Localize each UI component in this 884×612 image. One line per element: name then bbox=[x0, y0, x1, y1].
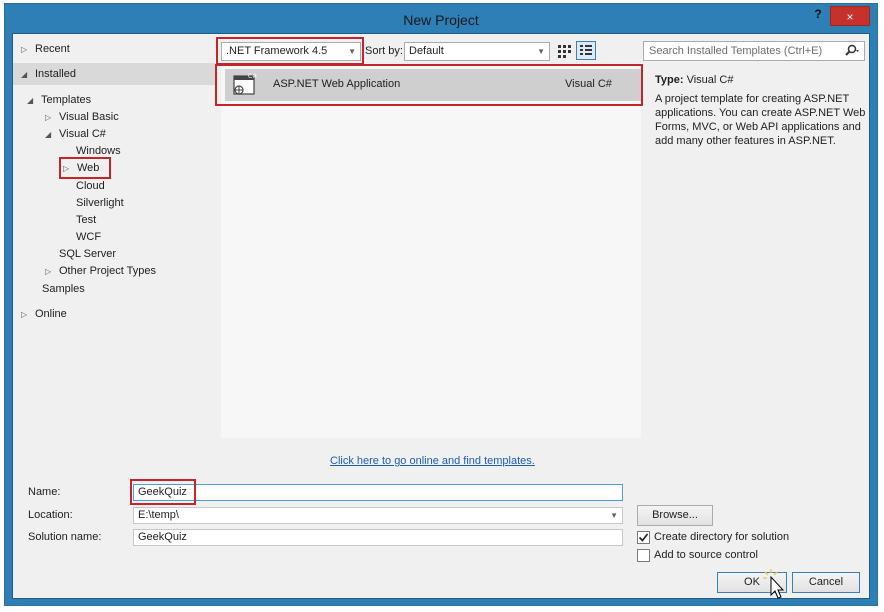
templates-list: C# ASP.NET Web Application Visual C# bbox=[221, 65, 641, 438]
tree-item-test[interactable]: Test bbox=[76, 212, 96, 229]
name-label: Name: bbox=[28, 486, 61, 498]
collapse-arrow-icon[interactable]: ◢ bbox=[21, 65, 31, 85]
mouse-cursor-icon bbox=[763, 569, 787, 601]
solution-name-label: Solution name: bbox=[28, 531, 102, 543]
tree-item-templates[interactable]: ◢ Templates bbox=[27, 92, 91, 109]
framework-highlight-box bbox=[216, 37, 364, 65]
search-input[interactable]: Search Installed Templates (Ctrl+E) bbox=[643, 41, 865, 61]
collapse-arrow-icon[interactable]: ◢ bbox=[45, 126, 55, 143]
location-field[interactable]: E:\temp\ ▼ bbox=[133, 507, 623, 524]
expand-arrow-icon[interactable]: ▷ bbox=[21, 305, 31, 325]
help-button[interactable]: ? bbox=[809, 7, 827, 25]
source-control-checkbox[interactable] bbox=[637, 549, 650, 562]
solution-name-field[interactable]: GeekQuiz bbox=[133, 529, 623, 546]
source-control-label: Add to source control bbox=[654, 549, 758, 561]
online-templates-link[interactable]: Click here to go online and find templat… bbox=[330, 455, 535, 467]
cancel-button[interactable]: Cancel bbox=[792, 572, 860, 593]
name-highlight-box bbox=[130, 479, 196, 505]
tree-item-sql-server[interactable]: SQL Server bbox=[59, 246, 116, 263]
template-highlight-box bbox=[215, 64, 643, 106]
create-directory-label: Create directory for solution bbox=[654, 531, 790, 543]
tree-item-recent[interactable]: ▷ Recent bbox=[21, 39, 70, 59]
tree-item-online[interactable]: ▷ Online bbox=[21, 304, 67, 324]
tree-item-visual-basic[interactable]: ▷ Visual Basic bbox=[45, 109, 119, 126]
location-label: Location: bbox=[28, 509, 73, 521]
tree-item-silverlight[interactable]: Silverlight bbox=[76, 195, 124, 212]
tree-item-wcf[interactable]: WCF bbox=[76, 229, 101, 246]
type-value: Visual C# bbox=[686, 74, 734, 86]
expand-arrow-icon[interactable]: ▷ bbox=[45, 263, 55, 280]
browse-button[interactable]: Browse... bbox=[637, 505, 713, 526]
dialog-title: New Project bbox=[403, 12, 479, 28]
chevron-down-icon[interactable]: ▼ bbox=[610, 508, 618, 523]
tree-item-installed[interactable]: ◢ Installed bbox=[21, 64, 76, 84]
tree-item-samples[interactable]: Samples bbox=[42, 281, 85, 298]
chevron-down-icon: ▼ bbox=[537, 47, 545, 56]
search-icon[interactable] bbox=[844, 44, 860, 58]
web-highlight-box bbox=[59, 157, 111, 179]
type-label: Type: bbox=[655, 74, 684, 86]
tree-item-other-project-types[interactable]: ▷ Other Project Types bbox=[45, 263, 156, 280]
tree-item-cloud[interactable]: Cloud bbox=[76, 178, 105, 195]
close-button[interactable]: × bbox=[830, 6, 870, 26]
tree-item-visual-csharp[interactable]: ◢ Visual C# bbox=[45, 126, 106, 143]
template-tree: ▷ Recent ◢ Installed ◢ Templates ▷ Visual Ba… bbox=[13, 34, 217, 454]
list-view-icon[interactable] bbox=[576, 41, 596, 60]
dialog-client-area: ▷ Recent ◢ Installed ◢ Templates ▷ Visual Ba… bbox=[12, 33, 870, 599]
collapse-arrow-icon[interactable]: ◢ bbox=[27, 92, 37, 109]
title-bar: New Project ? × bbox=[5, 4, 877, 34]
name-field[interactable]: GeekQuiz bbox=[133, 484, 623, 501]
small-icons-view-icon[interactable] bbox=[556, 43, 572, 59]
new-project-dialog: New Project ? × ▷ Recent ◢ Installed ◢ Temp… bbox=[4, 3, 878, 606]
sort-select[interactable]: Default ▼ bbox=[404, 42, 550, 61]
template-description: A project template for creating ASP.NET … bbox=[655, 93, 866, 147]
create-directory-checkbox[interactable] bbox=[637, 531, 650, 544]
type-info: Type: Visual C# bbox=[655, 74, 733, 86]
expand-arrow-icon[interactable]: ▷ bbox=[21, 40, 31, 60]
sort-label: Sort by: bbox=[365, 45, 403, 57]
expand-arrow-icon[interactable]: ▷ bbox=[45, 109, 55, 126]
